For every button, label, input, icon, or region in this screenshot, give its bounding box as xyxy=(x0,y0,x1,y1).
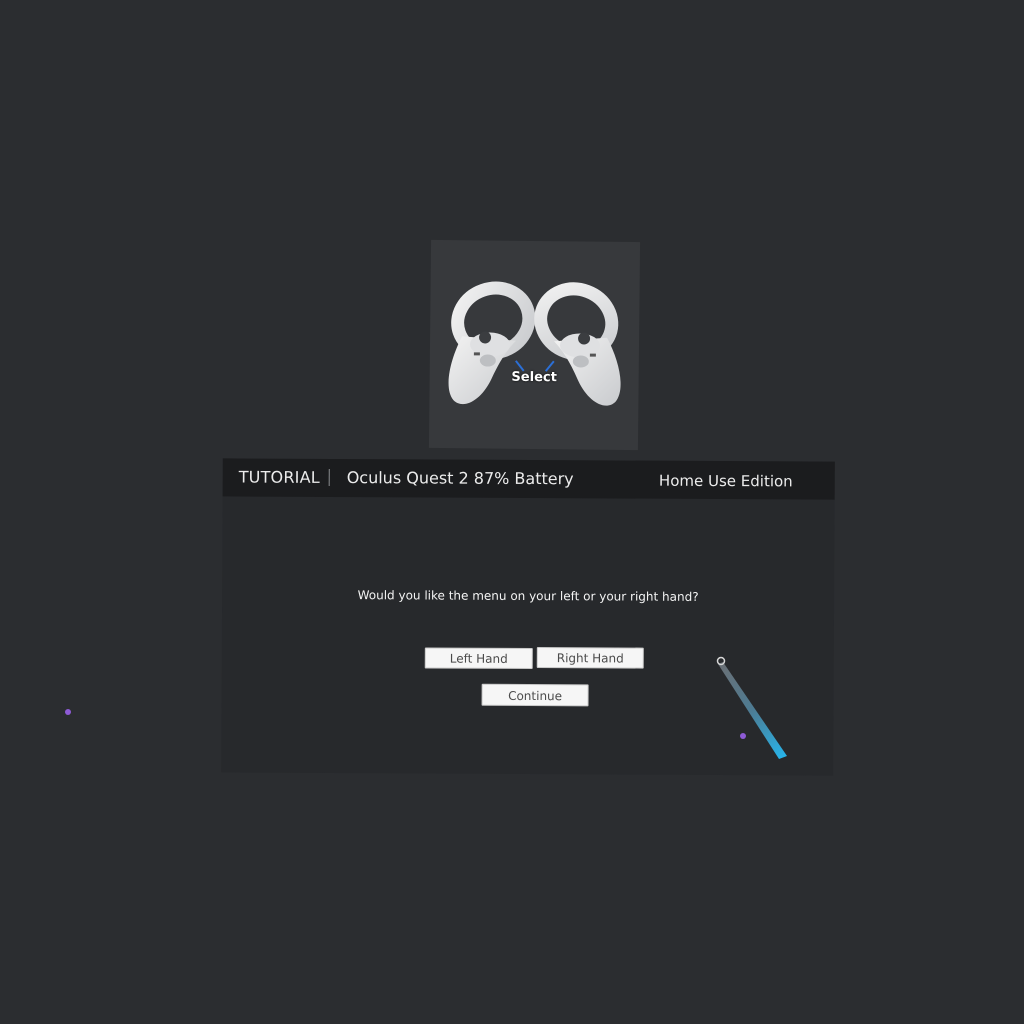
left-controller-icon xyxy=(448,281,536,405)
controllers-icon xyxy=(448,281,621,406)
header-title: TUTORIAL xyxy=(238,467,320,487)
header-divider xyxy=(328,468,330,486)
controller-hint-card: Select xyxy=(428,239,641,451)
cursor-dot-icon xyxy=(65,709,71,715)
right-hand-button[interactable]: Right Hand xyxy=(536,647,644,669)
menu-hand-question: Would you like the menu on your left or … xyxy=(357,588,699,604)
select-hint-label: Select xyxy=(511,369,557,386)
tutorial-panel: TUTORIAL Oculus Quest 2 87% Battery Home… xyxy=(221,458,835,776)
right-controller-icon xyxy=(534,282,621,406)
vr-scene: Select TUTORIAL Oculus Quest 2 87% Batte… xyxy=(0,0,1024,1024)
edition-label: Home Use Edition xyxy=(658,471,793,491)
continue-button[interactable]: Continue xyxy=(481,683,589,707)
device-battery-status: Oculus Quest 2 87% Battery xyxy=(346,468,574,489)
panel-header: TUTORIAL Oculus Quest 2 87% Battery Home… xyxy=(222,458,835,500)
cursor-dot-icon xyxy=(740,733,746,739)
left-hand-button[interactable]: Left Hand xyxy=(424,647,533,670)
